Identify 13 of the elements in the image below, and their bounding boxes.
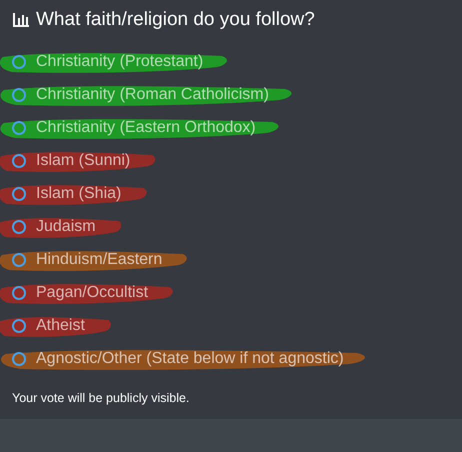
radio-button[interactable] xyxy=(12,220,26,234)
poll-chart-icon xyxy=(12,12,30,28)
visibility-note: Your vote will be publicly visible. xyxy=(12,391,190,405)
radio-button[interactable] xyxy=(12,352,26,366)
radio-button[interactable] xyxy=(12,55,26,69)
radio-button[interactable] xyxy=(12,121,26,135)
radio-button[interactable] xyxy=(12,286,26,300)
radio-button[interactable] xyxy=(12,319,26,333)
radio-button[interactable] xyxy=(12,253,26,267)
radio-button[interactable] xyxy=(12,88,26,102)
radio-button[interactable] xyxy=(12,154,26,168)
radio-button[interactable] xyxy=(12,187,26,201)
poll-question: What faith/religion do you follow? xyxy=(36,9,315,31)
